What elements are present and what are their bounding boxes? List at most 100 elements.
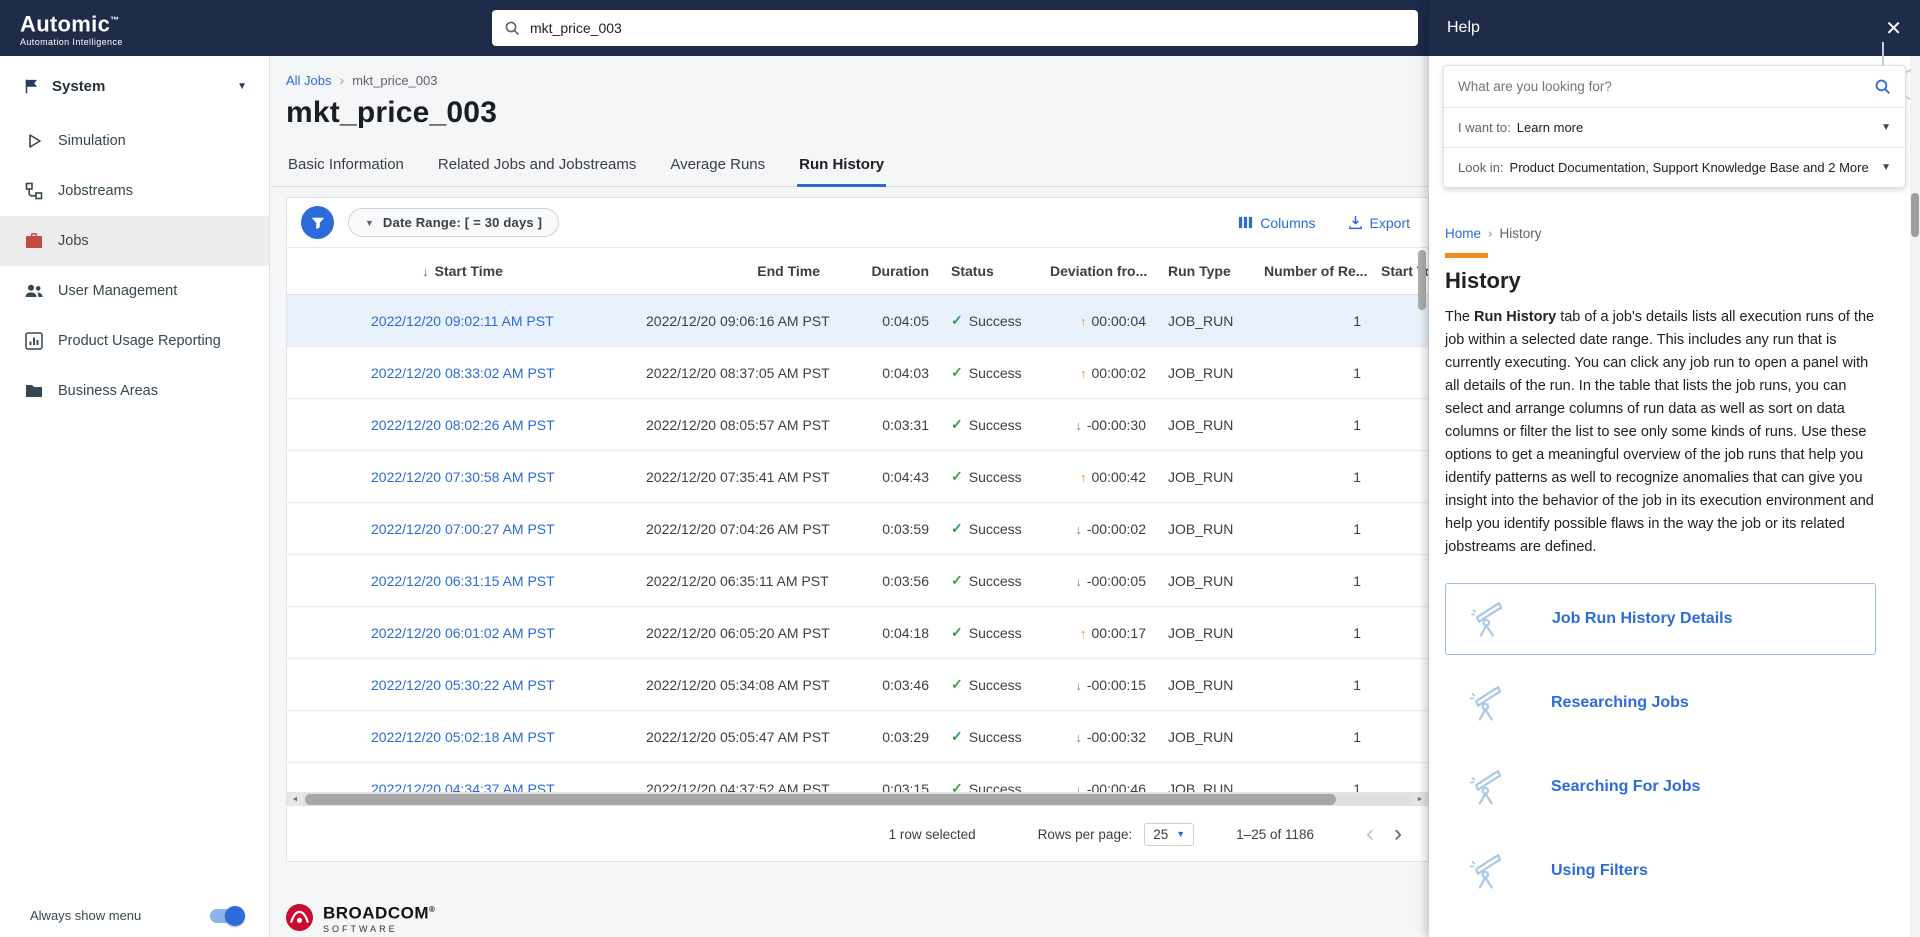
help-link-researching-jobs[interactable]: Researching Jobs [1445,661,1876,745]
run-start-time-link[interactable]: 2022/12/20 06:01:02 AM PST [371,625,555,641]
help-link-working-with-tables[interactable]: Working With Tables [1445,913,1876,937]
run-start-time-link[interactable]: 2022/12/20 04:34:37 AM PST [371,781,555,793]
table-row[interactable]: 2022/12/20 05:30:22 AM PST 2022/12/20 05… [287,659,1428,711]
table-row[interactable]: 2022/12/20 05:02:18 AM PST 2022/12/20 05… [287,711,1428,763]
search-icon[interactable] [1874,78,1891,95]
broadcom-name: BROADCOM [323,904,429,923]
help-links-list: Job Run History Details Researching Jobs… [1445,583,1876,937]
automic-logo: Automic™ Automation Intelligence [20,8,123,47]
table-row[interactable]: 2022/12/20 08:02:26 AM PST 2022/12/20 08… [287,399,1428,451]
table-row[interactable]: 2022/12/20 06:01:02 AM PST 2022/12/20 06… [287,607,1428,659]
help-scrollbar-thumb[interactable] [1911,193,1919,237]
retries-cell: 1 [1262,625,1377,641]
success-check-icon: ✓ [951,624,963,641]
table-row[interactable]: 2022/12/20 08:33:02 AM PST 2022/12/20 08… [287,347,1428,399]
deviation-cell: ↓-00:00:46 [1048,781,1164,793]
run-type-cell: JOB_RUN [1164,313,1262,329]
table-toolbar: ▼ Date Range: [ = 30 days ] Columns Expo… [287,198,1428,248]
column-header-deviation[interactable]: Deviation fro... [1048,263,1164,279]
telescope-doodle-icon [1467,765,1511,809]
run-start-time-link[interactable]: 2022/12/20 05:02:18 AM PST [371,729,555,745]
horizontal-scroll-thumb[interactable] [305,794,1336,805]
sidebar-item-business-areas[interactable]: Business Areas [0,366,269,416]
breadcrumb-all-jobs-link[interactable]: All Jobs [286,73,332,88]
column-header-end-time[interactable]: End Time [642,263,832,279]
tab-run-history[interactable]: Run History [797,148,886,187]
tab-related-jobs-and-jobstreams[interactable]: Related Jobs and Jobstreams [436,148,638,187]
column-header-run-type[interactable]: Run Type [1164,263,1262,279]
close-icon[interactable]: ✕ [1885,16,1902,41]
next-page-button[interactable]: › [1384,824,1412,844]
run-start-time-link[interactable]: 2022/12/20 05:30:22 AM PST [371,677,555,693]
status-cell: ✓Success [937,416,1048,433]
previous-page-button[interactable]: ‹ [1356,824,1384,844]
global-search[interactable] [492,10,1418,46]
table-row[interactable]: 2022/12/20 07:30:58 AM PST 2022/12/20 07… [287,451,1428,503]
run-start-time-link[interactable]: 2022/12/20 07:30:58 AM PST [371,469,555,485]
help-search-input[interactable] [1458,79,1874,94]
help-look-in-dropdown[interactable]: Look in: Product Documentation, Support … [1444,147,1905,187]
help-scrollbar[interactable] [1910,56,1920,937]
deviation-cell: ↓-00:00:15 [1048,677,1164,693]
context-label: System [52,78,237,95]
column-header-number-of-re[interactable]: Number of Re... [1262,263,1377,279]
run-type-cell: JOB_RUN [1164,417,1262,433]
column-header-status[interactable]: Status [937,263,1048,279]
help-i-want-to-dropdown[interactable]: I want to: Learn more ▼ [1444,107,1905,147]
column-header-start-time[interactable]: ↓Start Time [287,263,642,279]
sidebar-item-simulation[interactable]: Simulation [0,116,269,166]
help-search-field[interactable] [1444,66,1905,107]
run-start-time-link[interactable]: 2022/12/20 07:00:27 AM PST [371,521,555,537]
table-row[interactable]: 2022/12/20 06:31:15 AM PST 2022/12/20 06… [287,555,1428,607]
run-start-time-link[interactable]: 2022/12/20 08:02:26 AM PST [371,417,555,433]
global-search-input[interactable] [530,20,1406,36]
horizontal-scroll-track[interactable] [303,793,1412,806]
retries-cell: 1 [1262,417,1377,433]
tab-average-runs[interactable]: Average Runs [668,148,767,187]
table-vertical-scrollbar[interactable] [1418,250,1426,310]
chevron-down-icon: ▼ [237,81,247,92]
success-check-icon: ✓ [951,520,963,537]
column-header-duration[interactable]: Duration [832,263,937,279]
deviation-arrow-icon: ↓ [1075,678,1082,693]
retries-cell: 1 [1262,313,1377,329]
scroll-right-button[interactable]: ► [1412,793,1428,806]
breadcrumb-current: mkt_price_003 [352,73,437,88]
context-selector-system[interactable]: System ▼ [0,66,269,106]
table-header-row: ↓Start Time End Time Duration Status Dev… [287,248,1428,295]
table-row[interactable]: 2022/12/20 04:34:37 AM PST 2022/12/20 04… [287,763,1428,792]
broadcom-logo: BROADCOM® SOFTWARE [286,902,1429,934]
date-range-filter-chip[interactable]: ▼ Date Range: [ = 30 days ] [348,208,559,237]
export-button[interactable]: Export [1348,215,1410,231]
sidebar-item-jobs[interactable]: Jobs [0,216,269,266]
help-breadcrumb-home-link[interactable]: Home [1445,226,1481,241]
table-row[interactable]: 2022/12/20 07:00:27 AM PST 2022/12/20 07… [287,503,1428,555]
help-link-job-run-history-details[interactable]: Job Run History Details [1445,583,1876,655]
run-start-time-link[interactable]: 2022/12/20 08:33:02 AM PST [371,365,555,381]
duration-cell: 0:04:03 [832,365,937,381]
help-link-searching-for-jobs[interactable]: Searching For Jobs [1445,745,1876,829]
deviation-arrow-icon: ↑ [1080,314,1087,329]
table-horizontal-scrollbar: ◄ ► [287,792,1428,806]
folder-icon [24,381,44,401]
help-search-card: I want to: Learn more ▼ Look in: Product… [1443,65,1906,188]
help-breadcrumb-current: History [1500,226,1542,241]
filter-button[interactable] [301,206,334,239]
tab-basic-information[interactable]: Basic Information [286,148,406,187]
scroll-left-button[interactable]: ◄ [287,793,303,806]
table-body: 2022/12/20 09:02:11 AM PST 2022/12/20 09… [287,295,1428,792]
rows-per-page-select[interactable]: 25 ▼ [1144,823,1194,846]
always-show-menu-toggle[interactable] [210,909,242,923]
run-start-time-link[interactable]: 2022/12/20 09:02:11 AM PST [371,313,554,329]
sidebar-item-jobstreams[interactable]: Jobstreams [0,166,269,216]
sidebar-item-user-management[interactable]: User Management [0,266,269,316]
status-cell: ✓Success [937,364,1048,381]
search-icon [504,20,520,36]
sidebar-item-product-usage-reporting[interactable]: Product Usage Reporting [0,316,269,366]
table-row[interactable]: 2022/12/20 09:02:11 AM PST 2022/12/20 09… [287,295,1428,347]
duration-cell: 0:03:15 [832,781,937,793]
columns-button[interactable]: Columns [1238,215,1315,231]
run-start-time-link[interactable]: 2022/12/20 06:31:15 AM PST [371,573,555,589]
help-link-using-filters[interactable]: Using Filters [1445,829,1876,913]
breadcrumb: All Jobs › mkt_price_003 [286,72,1429,88]
